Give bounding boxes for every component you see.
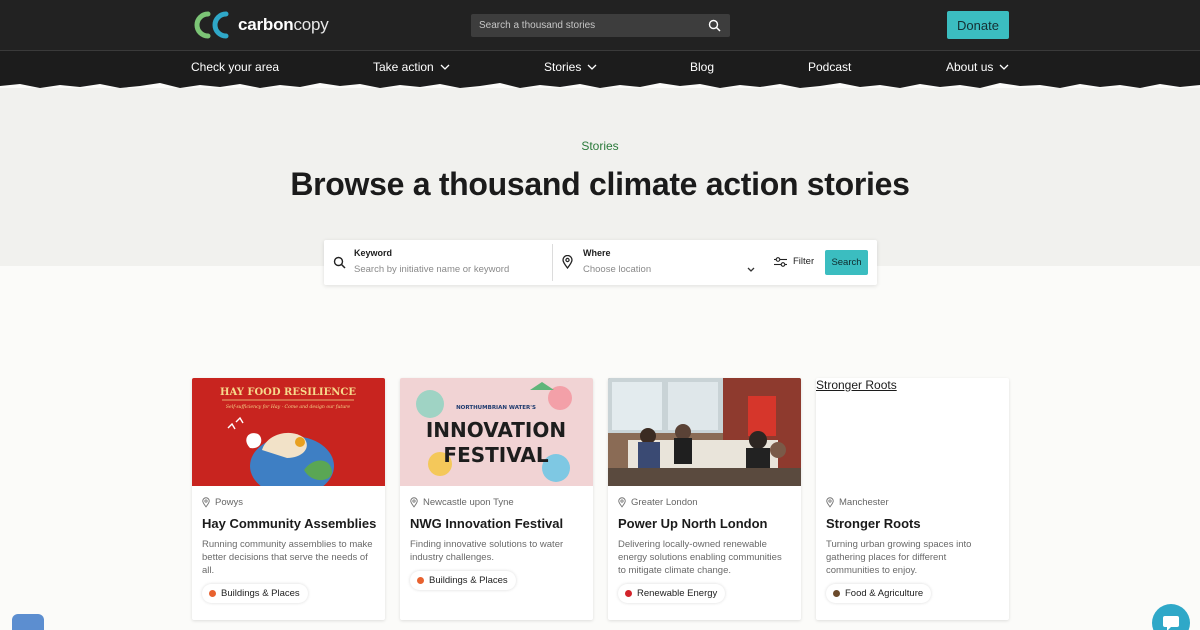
filter-icon (774, 256, 787, 267)
category-tag[interactable]: Renewable Energy (618, 584, 726, 603)
nav-label: Blog (690, 60, 715, 74)
category-tag[interactable]: Buildings & Places (410, 571, 516, 590)
where-label: Where (583, 248, 611, 258)
location-label: Manchester (839, 497, 889, 508)
header-search-input[interactable] (471, 20, 691, 31)
search-button[interactable]: Search (825, 250, 868, 275)
category-tag[interactable]: Buildings & Places (202, 584, 308, 603)
map-pin-icon (562, 255, 573, 269)
carboncopy-logo[interactable]: carboncopy (192, 10, 329, 40)
nav-label: Check your area (191, 60, 280, 74)
nav-label: Podcast (808, 60, 852, 74)
tag-dot (209, 590, 216, 597)
cookie-settings-widget[interactable] (12, 614, 44, 630)
chevron-down-icon[interactable] (747, 267, 755, 272)
chevron-down-icon (440, 64, 450, 70)
donate-button[interactable]: Donate (947, 11, 1009, 39)
main-nav: Check your area Take action Stories Blog… (0, 50, 1200, 83)
story-description: Running community assemblies to make bet… (202, 539, 373, 576)
tag-label: Buildings & Places (429, 575, 508, 586)
nav-item-podcast[interactable]: Podcast (808, 60, 851, 74)
story-description: Turning urban growing spaces into gather… (826, 539, 972, 576)
story-image (608, 378, 801, 486)
logo-mark-icon (194, 11, 229, 39)
story-image: NORTHUMBRIAN WATER'S INNOVATION FESTIVAL (400, 378, 593, 486)
keyword-field[interactable]: Keyword (324, 240, 552, 285)
map-pin-icon (826, 497, 834, 508)
nav-item-stories[interactable]: Stories (544, 60, 597, 74)
story-title[interactable]: Stronger Roots (826, 516, 921, 531)
image-subheading: Self-sufficiency for Hay · Come and desi… (226, 404, 350, 410)
location-label: Powys (215, 497, 243, 508)
story-description: Finding innovative solutions to water in… (410, 539, 564, 563)
logo-wordmark: carboncopy (238, 15, 329, 34)
chat-icon (1163, 616, 1179, 630)
tag-dot (417, 577, 424, 584)
image-alt-text[interactable]: Stronger Roots (816, 378, 897, 392)
chevron-down-icon (999, 64, 1009, 70)
map-pin-icon (618, 497, 626, 508)
keyword-input[interactable] (354, 264, 544, 275)
story-card[interactable]: HAY FOOD RESILIENCE Self-sufficiency for… (192, 378, 385, 620)
search-icon[interactable] (708, 19, 721, 37)
chat-widget[interactable] (1152, 604, 1190, 630)
story-title[interactable]: NWG Innovation Festival (410, 516, 563, 531)
story-card[interactable]: Greater London Power Up North London Del… (608, 378, 801, 620)
location-label: Greater London (631, 497, 698, 508)
story-description: Delivering locally-owned renewable energ… (618, 539, 782, 576)
image-line1: INNOVATION (426, 418, 566, 442)
where-field[interactable]: Where (553, 240, 758, 285)
tag-dot (833, 590, 840, 597)
story-location: Manchester (826, 497, 889, 508)
story-location: Greater London (618, 497, 698, 508)
map-pin-icon (202, 497, 210, 508)
image-top-text: NORTHUMBRIAN WATER'S (456, 405, 536, 411)
search-icon (333, 256, 346, 269)
story-location: Newcastle upon Tyne (410, 497, 514, 508)
story-title[interactable]: Hay Community Assemblies (202, 516, 376, 531)
nav-item-about-us[interactable]: About us (946, 60, 1009, 74)
story-image: HAY FOOD RESILIENCE Self-sufficiency for… (192, 378, 385, 486)
tag-label: Renewable Energy (637, 588, 718, 599)
top-header: carboncopy Donate (0, 0, 1200, 50)
section-eyebrow: Stories (581, 139, 619, 153)
location-select[interactable] (583, 264, 733, 275)
tag-label: Food & Agriculture (845, 588, 924, 599)
tag-label: Buildings & Places (221, 588, 300, 599)
map-pin-icon (410, 497, 418, 508)
nav-label: About us (946, 60, 994, 74)
nav-label: Stories (544, 60, 582, 74)
keyword-label: Keyword (354, 248, 393, 258)
nav-label: Take action (373, 60, 434, 74)
story-location: Powys (202, 497, 243, 508)
story-card[interactable]: NORTHUMBRIAN WATER'S INNOVATION FESTIVAL… (400, 378, 593, 620)
chevron-down-icon (587, 64, 597, 70)
filter-button[interactable]: Filter (774, 256, 814, 267)
page-title: Browse a thousand climate action stories (290, 166, 910, 202)
header-search (471, 14, 730, 37)
tag-dot (625, 590, 632, 597)
image-heading: HAY FOOD RESILIENCE (220, 387, 356, 398)
location-label: Newcastle upon Tyne (423, 497, 514, 508)
story-title[interactable]: Power Up North London (618, 516, 767, 531)
nav-item-check-your-area[interactable]: Check your area (191, 60, 279, 74)
story-search-panel: Keyword Where Filter Search (324, 240, 877, 285)
nav-item-take-action[interactable]: Take action (373, 60, 450, 74)
story-image: Stronger Roots (816, 378, 1009, 486)
story-card[interactable]: Stronger Roots Manchester Stronger Roots… (816, 378, 1009, 620)
nav-item-blog[interactable]: Blog (690, 60, 714, 74)
image-line2: FESTIVAL (443, 443, 548, 467)
torn-edge-divider (0, 80, 1200, 88)
category-tag[interactable]: Food & Agriculture (826, 584, 932, 603)
filter-label: Filter (793, 256, 815, 267)
